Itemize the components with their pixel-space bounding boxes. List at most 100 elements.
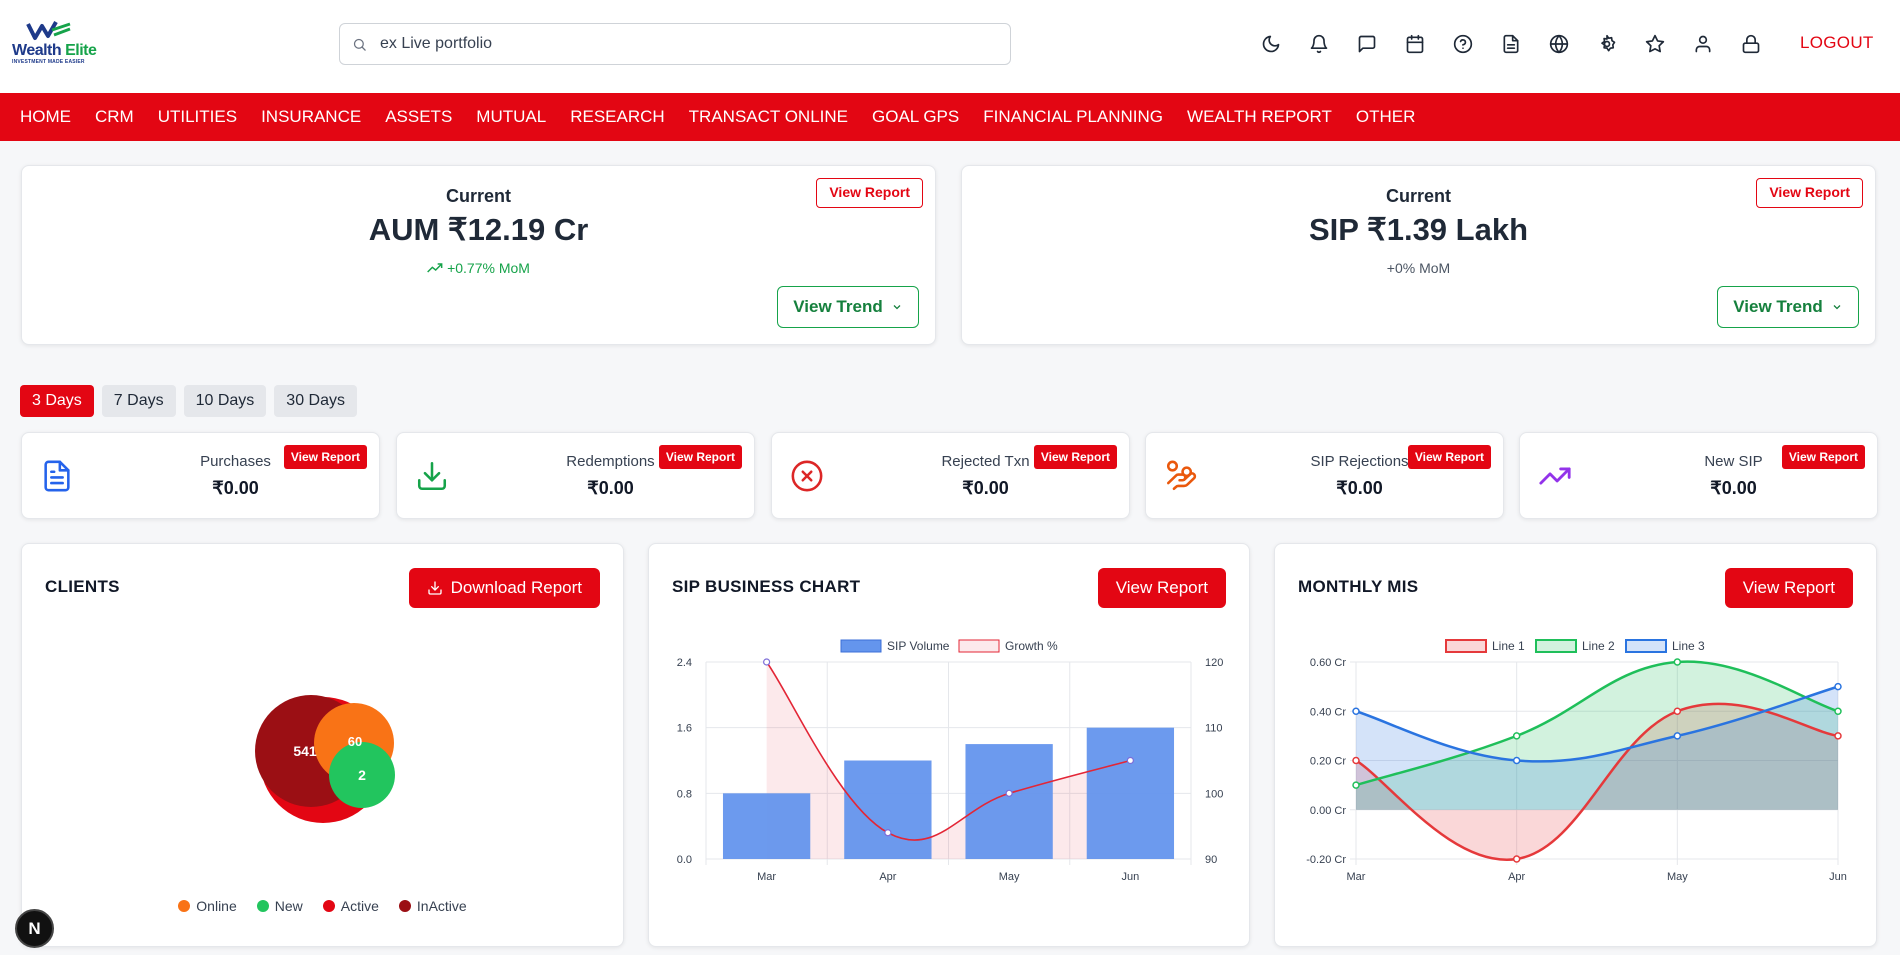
nav-other[interactable]: OTHER [1356, 107, 1416, 127]
lock-icon[interactable] [1739, 32, 1763, 56]
legend-new[interactable]: New [256, 898, 303, 914]
legend-active[interactable]: Active [322, 898, 379, 914]
legend-swatch-line-1 [1445, 639, 1487, 653]
series-point [1673, 658, 1682, 666]
rejected-txn-view-report-button[interactable]: View Report [1033, 445, 1117, 469]
sip-card: Current SIP ₹1.39 Lakh +0% MoM View Repo… [961, 165, 1876, 345]
tab-30-days[interactable]: 30 Days [274, 385, 357, 417]
legend-label: InActive [416, 898, 467, 914]
nav-assets[interactable]: ASSETS [385, 107, 452, 127]
y-tick-label: 0.8 [677, 788, 692, 800]
growth-point [1126, 756, 1134, 765]
legend-inactive[interactable]: InActive [398, 898, 467, 914]
series-point [1352, 756, 1360, 765]
nav-transact-online[interactable]: TRANSACT ONLINE [689, 107, 848, 127]
search-box[interactable] [339, 23, 1011, 65]
calendar-icon[interactable] [1403, 32, 1427, 56]
bubble-new-label: 2 [358, 767, 366, 783]
sip-view-trend-button[interactable]: View Trend [1717, 286, 1859, 328]
moon-icon[interactable] [1259, 32, 1283, 56]
aum-label: Current [445, 186, 511, 206]
trending-up-icon [427, 263, 443, 273]
y-tick-label: 2.4 [677, 657, 692, 669]
nav-home[interactable]: HOME [20, 107, 71, 127]
settings-icon[interactable] [1595, 32, 1619, 56]
sip-label: Current [1385, 186, 1451, 206]
new-sip-view-report-button[interactable]: View Report [1781, 445, 1865, 469]
series-point [1834, 682, 1842, 691]
search-input[interactable] [380, 24, 980, 64]
legend-label: Online [196, 898, 237, 914]
x-tick-label: Jun [1829, 871, 1847, 883]
x-tick-label: Mar [1347, 871, 1366, 883]
logout-button[interactable]: LOGOUT [1800, 33, 1874, 53]
nav-goal-gps[interactable]: GOAL GPS [872, 107, 959, 127]
aum-view-report-button[interactable]: View Report [816, 178, 923, 208]
chevron-down-icon [1833, 305, 1841, 310]
series-point [1673, 707, 1682, 715]
y2-tick-label: 110 [1205, 723, 1223, 735]
aum-view-trend-label: View Trend [793, 297, 883, 316]
purchases-view-report-button[interactable]: View Report [283, 445, 367, 469]
y-tick-label: 0.20 Cr [1310, 756, 1346, 768]
nav-wealth-report[interactable]: WEALTH REPORT [1187, 107, 1332, 127]
clients-legend: Online New Active InActive [22, 898, 623, 914]
brand-logo[interactable]: Wealth Elite INVESTMENT MADE EASIER [12, 20, 97, 68]
x-tick-label: Apr [879, 871, 896, 883]
document-icon[interactable] [1499, 32, 1523, 56]
nav-mutual[interactable]: MUTUAL [476, 107, 546, 127]
help-icon[interactable] [1451, 32, 1475, 56]
aum-view-trend-button[interactable]: View Trend [777, 286, 919, 328]
hand-coins-icon [1166, 460, 1197, 491]
legend-swatch-line-2 [1535, 639, 1577, 653]
tab-3-days[interactable]: 3 Days [20, 385, 94, 417]
nav-insurance[interactable]: INSURANCE [261, 107, 361, 127]
download-icon [417, 461, 447, 491]
legend-label: New [274, 898, 303, 914]
sip-view-report-button[interactable]: View Report [1756, 178, 1863, 208]
x-tick-label: May [999, 871, 1020, 883]
series-point [1352, 707, 1360, 715]
globe-icon[interactable] [1547, 32, 1571, 56]
tab-7-days[interactable]: 7 Days [101, 385, 176, 417]
user-icon[interactable] [1691, 32, 1715, 56]
legend-label-line-1: Line 1 [1492, 639, 1525, 653]
x-tick-label: May [1667, 871, 1688, 883]
sip-volume-bar [1086, 727, 1175, 859]
stat-card-new-sip: New SIP ₹0.00 View Report [1519, 432, 1878, 519]
monthly-mis-chart: -0.20 Cr 0.00 Cr 0.20 Cr 0.40 Cr 0.60 Cr Mar A… [1306, 639, 1847, 883]
stat-value: ₹0.00 [587, 478, 634, 498]
growth-point [1005, 789, 1013, 797]
header: Wealth Elite INVESTMENT MADE EASIER LOGO… [0, 0, 1900, 93]
sip-business-chart: 0.0 0.8 1.6 2.4 90 100 110 120 Mar Apr May Jun SIP V… [677, 639, 1224, 883]
bell-icon[interactable] [1307, 32, 1331, 56]
main-nav: HOME CRM UTILITIES INSURANCE ASSETS MUTU… [0, 93, 1900, 141]
monthly-mis-panel: MONTHLY MIS View Report -0.20 Cr 0.00 Cr 0… [1274, 543, 1877, 947]
legend-online[interactable]: Online [178, 898, 237, 914]
nav-financial-planning[interactable]: FINANCIAL PLANNING [983, 107, 1163, 127]
sip-volume-bar [844, 760, 932, 859]
growth-point [884, 829, 892, 837]
sip-value: SIP ₹1.39 Lakh [1308, 212, 1529, 247]
nav-crm[interactable]: CRM [95, 107, 134, 127]
sip-rejections-view-report-button[interactable]: View Report [1407, 445, 1491, 469]
legend-label-line-2: Line 2 [1582, 639, 1615, 653]
star-icon[interactable] [1643, 32, 1667, 56]
legend-swatch-growth [958, 639, 1000, 653]
aum-card: Current AUM ₹12.19 Cr +0.77% MoM View Re… [21, 165, 936, 345]
brand-name-part2: Elite [65, 42, 97, 59]
x-circle-icon [791, 460, 823, 492]
nav-research[interactable]: RESEARCH [570, 107, 664, 127]
tab-10-days[interactable]: 10 Days [183, 385, 267, 417]
legend-label-sip-volume: SIP Volume [887, 639, 950, 653]
nav-utilities[interactable]: UTILITIES [158, 107, 237, 127]
nextjs-devtools-button[interactable]: N [15, 909, 54, 948]
legend-label-growth: Growth % [1005, 639, 1058, 653]
stat-value: ₹0.00 [212, 478, 259, 498]
redemptions-view-report-button[interactable]: View Report [658, 445, 742, 469]
brand-tagline: INVESTMENT MADE EASIER [12, 59, 85, 65]
sip-view-trend-label: View Trend [1733, 297, 1823, 316]
bubble-inactive-label: 541 [293, 743, 317, 759]
legend-swatch-line-3 [1625, 639, 1667, 653]
message-icon[interactable] [1355, 32, 1379, 56]
